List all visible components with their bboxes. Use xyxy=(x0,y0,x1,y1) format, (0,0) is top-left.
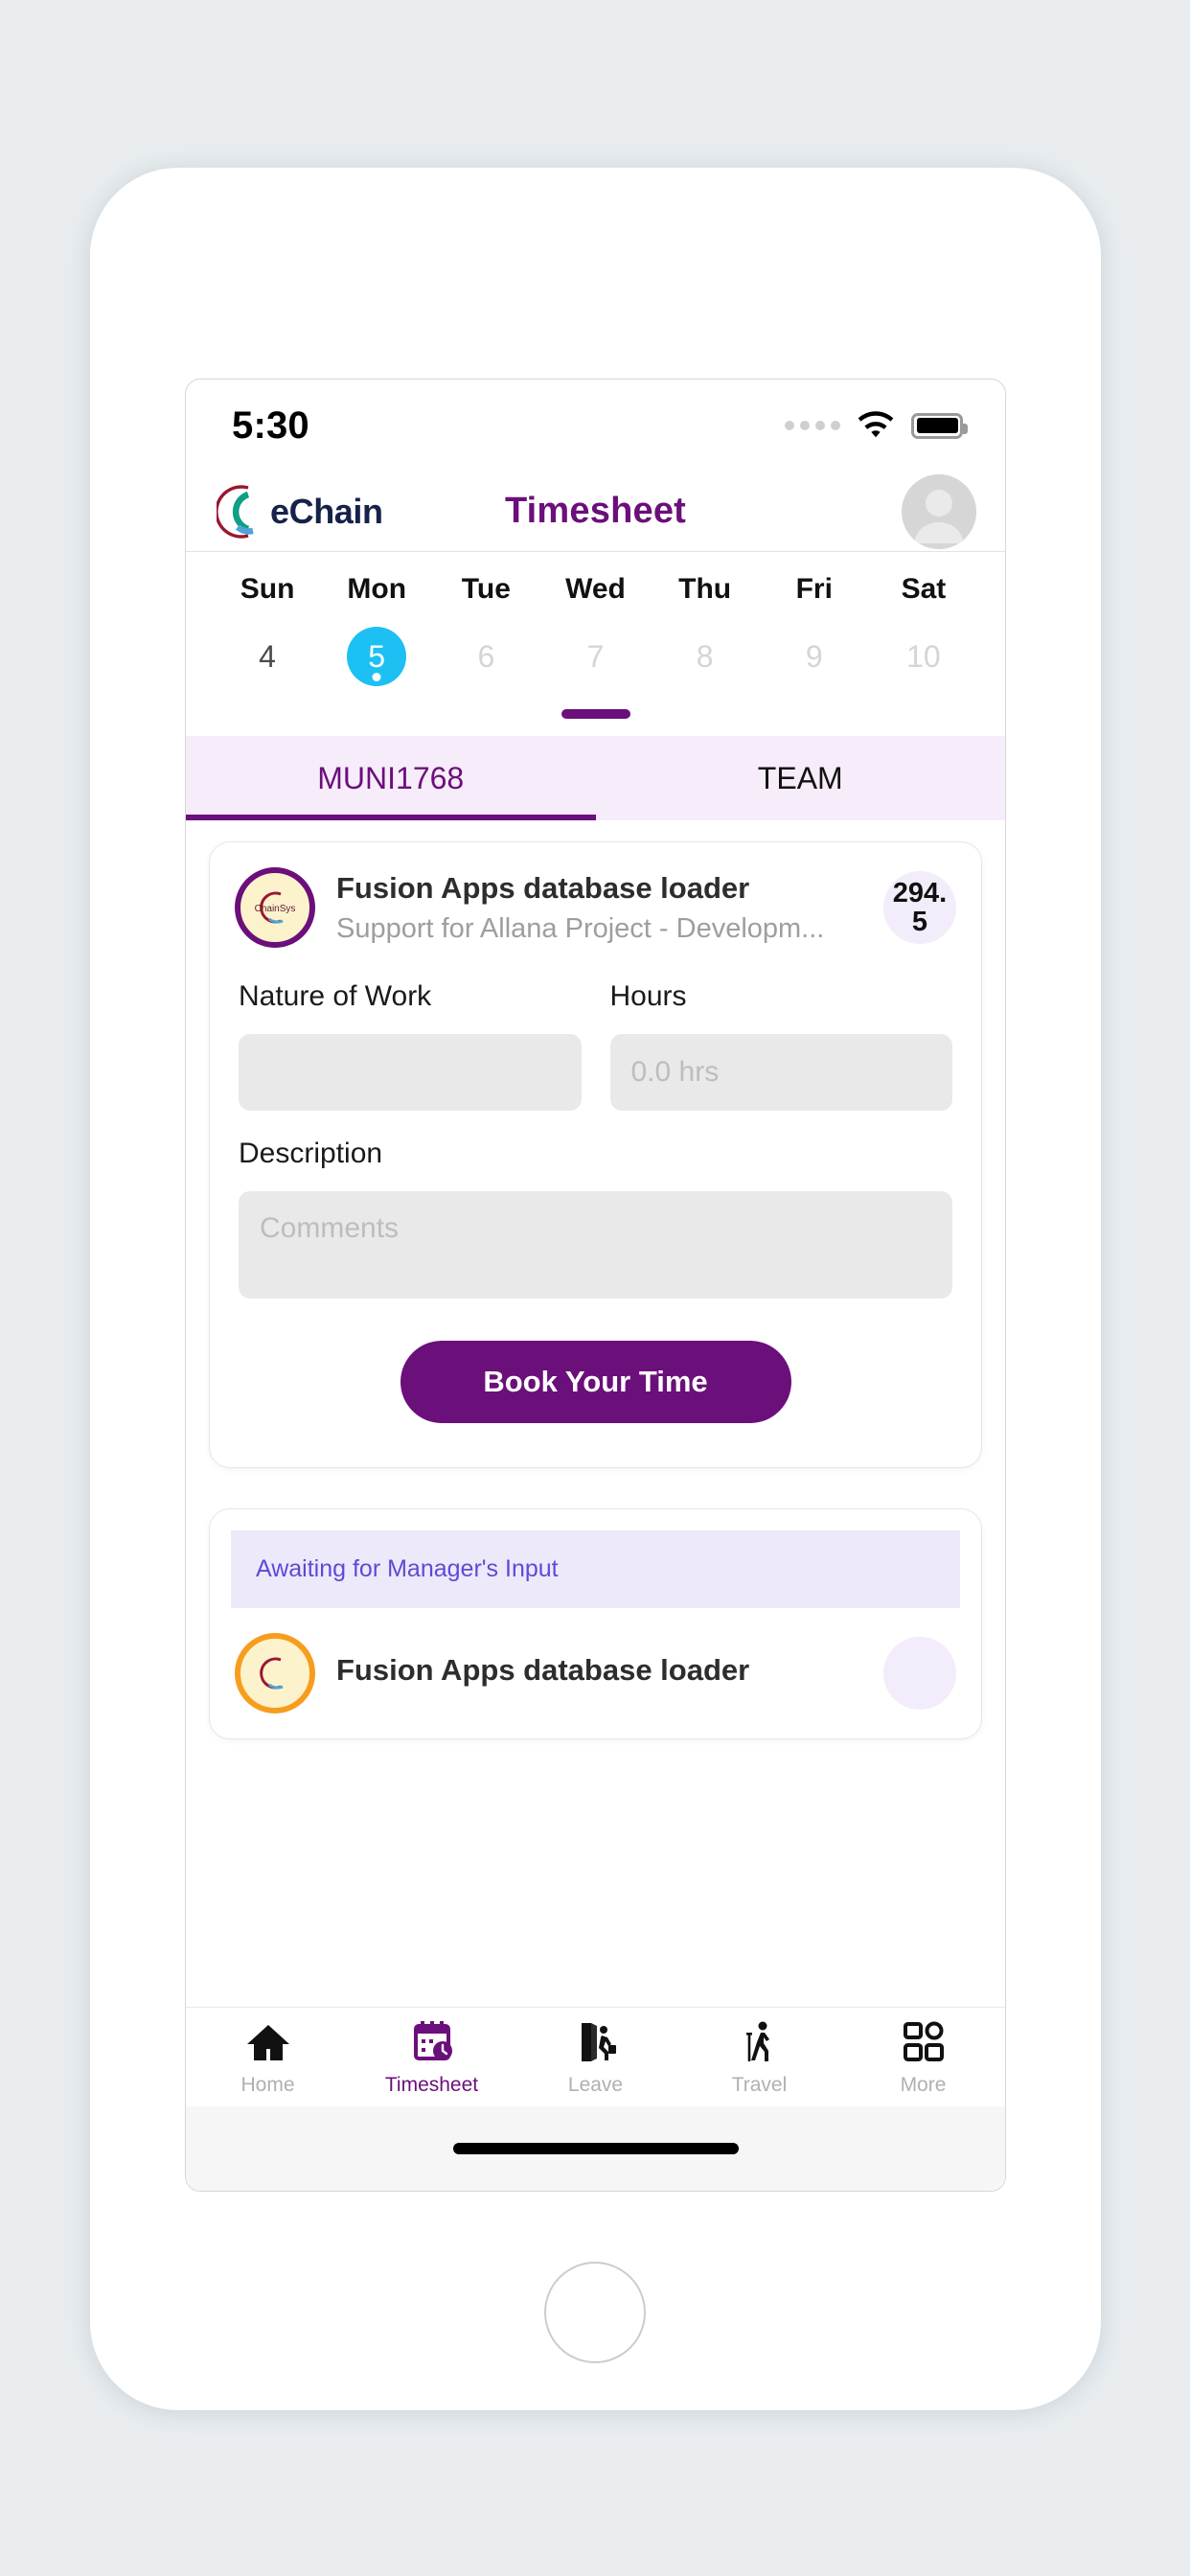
day-num-box: 5 xyxy=(347,627,407,686)
field-row: Nature of Work Hours 0.0 hrs xyxy=(239,980,952,1111)
hours-label: Hours xyxy=(609,980,687,1012)
hours-field: Hours 0.0 hrs xyxy=(609,980,952,1111)
day-num-box: 10 xyxy=(894,627,953,686)
day-number: 4 xyxy=(259,638,276,674)
hours-badge xyxy=(883,1637,956,1710)
content-scroll[interactable]: ChainSys Fusion Apps database loader Sup… xyxy=(186,820,1005,1928)
svg-text:ChainSys: ChainSys xyxy=(255,904,296,914)
chainsys-logo-icon xyxy=(242,1641,308,1706)
nav-label: Leave xyxy=(567,2073,624,2096)
nav-label: Travel xyxy=(731,2073,788,2096)
nav-item-more[interactable]: More xyxy=(841,2018,1005,2097)
project-subtitle: Support for Allana Project - Developm... xyxy=(336,912,825,944)
home-icon xyxy=(246,2024,289,2060)
day-num-box: 4 xyxy=(238,627,297,686)
nav-item-timesheet[interactable]: Timesheet xyxy=(350,2018,514,2097)
status-badge: Awaiting for Manager's Input xyxy=(231,1530,960,1608)
bottom-navigation: Home Timesheet Leave Travel More xyxy=(186,2007,1005,2106)
chainsys-logo-icon: ChainSys xyxy=(242,875,308,940)
project-title: Fusion Apps database loader xyxy=(336,871,750,906)
nav-label: Timesheet xyxy=(384,2073,479,2096)
day-number: 10 xyxy=(906,638,941,674)
status-time: 5:30 xyxy=(232,403,309,447)
day-number: 5 xyxy=(368,638,386,674)
calendar-drag-handle[interactable] xyxy=(561,709,630,719)
description-label: Description xyxy=(239,1138,383,1169)
project-title: Fusion Apps database loader xyxy=(336,1652,750,1687)
day-num-box: 9 xyxy=(785,627,844,686)
nav-item-travel[interactable]: Travel xyxy=(677,2018,841,2097)
nav-item-leave[interactable]: Leave xyxy=(514,2018,677,2097)
description-field: Description Comments xyxy=(239,1138,952,1299)
hours-badge: 294.5 xyxy=(883,871,956,944)
week-row: Sun 4 Mon 5 Tue 6 Wed 7 Thu 8 Fri 9 Sat … xyxy=(213,573,978,686)
nav-item-home[interactable]: Home xyxy=(186,2018,350,2097)
timesheet-entry-card: ChainSys Fusion Apps database loader Sup… xyxy=(209,841,982,1468)
tab-muni1768[interactable]: MUNI1768 xyxy=(186,736,596,820)
day-thu[interactable]: Thu 8 xyxy=(651,573,760,686)
app-logo-text: eChain xyxy=(270,491,383,531)
description-input[interactable]: Comments xyxy=(239,1191,952,1299)
day-tue[interactable]: Tue 6 xyxy=(431,573,540,686)
day-name: Sat xyxy=(901,573,947,605)
phone-home-button[interactable] xyxy=(544,2262,646,2363)
week-selector: Sun 4 Mon 5 Tue 6 Wed 7 Thu 8 Fri 9 Sat … xyxy=(186,552,1005,719)
user-avatar-icon xyxy=(902,473,976,549)
tab-team[interactable]: TEAM xyxy=(596,736,1006,820)
project-row[interactable]: Fusion Apps database loader xyxy=(210,1608,981,1738)
hours-input[interactable]: 0.0 hrs xyxy=(609,1034,952,1111)
day-selected-dot xyxy=(372,673,381,681)
day-wed[interactable]: Wed 7 xyxy=(540,573,650,686)
day-name: Sun xyxy=(240,573,295,605)
app-header: eChain Timesheet xyxy=(186,472,1005,552)
time-entry-form: Nature of Work Hours 0.0 hrs Description… xyxy=(210,973,981,1467)
day-sun[interactable]: Sun 4 xyxy=(213,573,322,686)
day-sat[interactable]: Sat 10 xyxy=(869,573,978,686)
calendar-clock-icon xyxy=(413,2020,452,2060)
project-avatar xyxy=(235,1633,315,1714)
project-row[interactable]: ChainSys Fusion Apps database loader Sup… xyxy=(210,842,981,973)
day-number: 8 xyxy=(696,638,714,674)
grid-icon xyxy=(903,2021,944,2061)
day-mon[interactable]: Mon 5 xyxy=(322,573,431,686)
traveler-icon xyxy=(745,2021,769,2061)
day-fri[interactable]: Fri 9 xyxy=(760,573,869,686)
wifi-icon xyxy=(858,411,894,438)
day-number: 9 xyxy=(805,638,823,674)
door-exit-icon xyxy=(581,2022,616,2061)
day-name: Thu xyxy=(678,573,732,605)
day-number: 6 xyxy=(477,638,495,674)
nature-of-work-input[interactable] xyxy=(239,1034,582,1111)
nature-of-work-field: Nature of Work xyxy=(239,980,582,1111)
project-text: Fusion Apps database loader xyxy=(336,1652,862,1695)
signal-dots-icon xyxy=(785,421,840,430)
project-avatar: ChainSys xyxy=(235,867,315,948)
page-root: 5:30 eChain Timesheet Sun 4 Mon 5 Tue 6 … xyxy=(0,0,1190,2576)
app-logo[interactable]: eChain xyxy=(217,482,408,541)
day-num-box: 7 xyxy=(565,627,625,686)
status-indicators xyxy=(785,411,968,440)
status-bar: 5:30 xyxy=(186,380,1005,472)
phone-screen: 5:30 eChain Timesheet Sun 4 Mon 5 Tue 6 … xyxy=(185,379,1006,2192)
book-your-time-button[interactable]: Book Your Time xyxy=(400,1341,791,1423)
nav-label: Home xyxy=(240,2073,295,2096)
battery-full-icon xyxy=(911,412,968,439)
home-indicator[interactable] xyxy=(452,2143,739,2154)
tab-bar: MUNI1768 TEAM xyxy=(186,736,1005,820)
avatar[interactable] xyxy=(902,473,976,549)
nature-of-work-label: Nature of Work xyxy=(239,980,432,1012)
day-number: 7 xyxy=(586,638,605,674)
project-text: Fusion Apps database loader Support for … xyxy=(336,870,862,945)
nav-label: More xyxy=(900,2073,947,2096)
day-num-box: 8 xyxy=(675,627,735,686)
day-name: Tue xyxy=(461,573,511,605)
day-name: Mon xyxy=(347,573,407,605)
timesheet-pending-card: Awaiting for Manager's Input Fusion Apps… xyxy=(209,1508,982,1739)
day-name: Fri xyxy=(795,573,833,605)
echain-logo-icon xyxy=(217,484,254,539)
home-indicator-area xyxy=(186,2106,1005,2191)
day-name: Wed xyxy=(565,573,626,605)
day-num-box: 6 xyxy=(456,627,515,686)
